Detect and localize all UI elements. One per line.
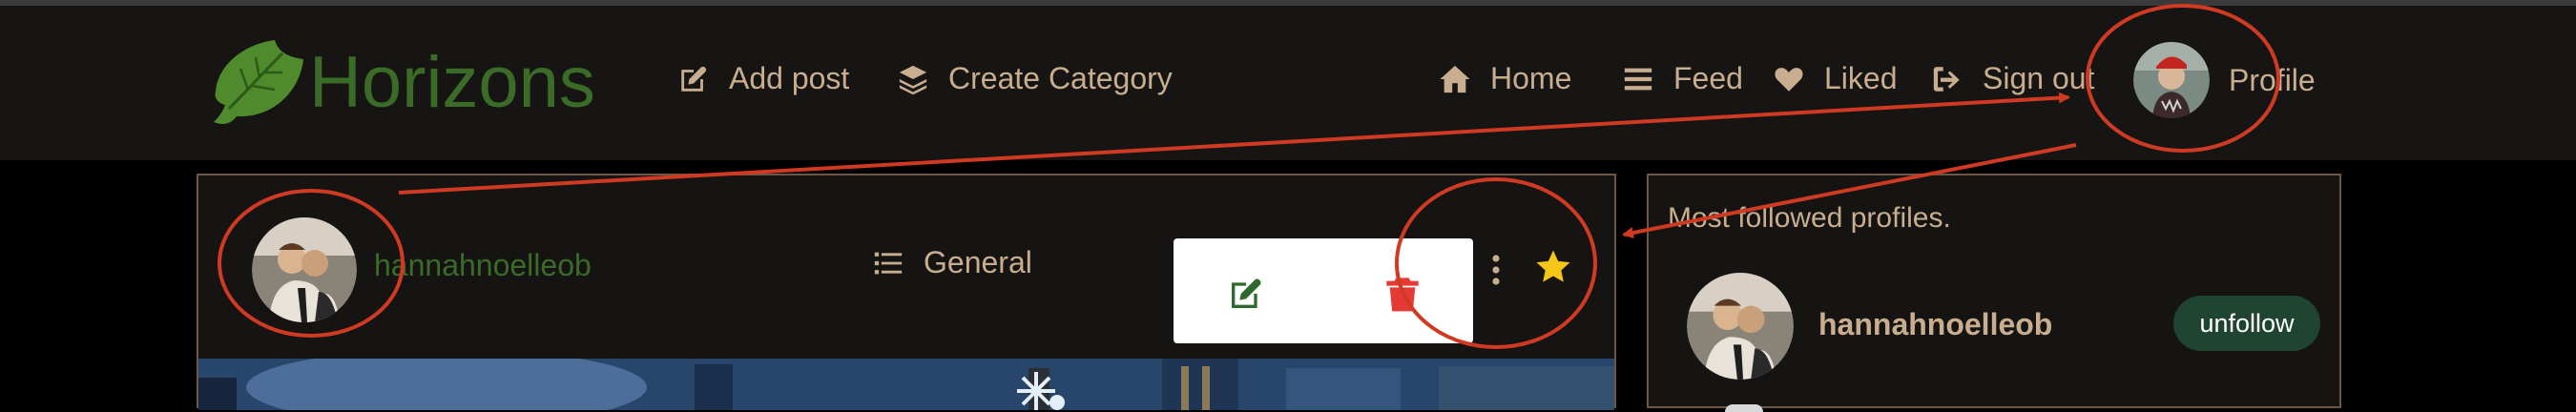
next-profile-avatar [1725, 404, 1763, 412]
profile-username[interactable]: hannahnoelleob [1818, 307, 2052, 342]
menu-icon [1624, 68, 1652, 90]
edit-icon[interactable] [1227, 275, 1265, 313]
nav-home[interactable]: Home [1439, 61, 1571, 96]
post-header: hannahnoelleob General [198, 175, 1614, 359]
leaf-logo-icon [214, 40, 303, 124]
nav-feed[interactable]: Feed [1622, 61, 1743, 96]
nav-home-label: Home [1490, 61, 1572, 95]
edit-icon [681, 66, 707, 92]
nav-create-category[interactable]: Create Category [897, 61, 1173, 96]
nav-add-post[interactable]: Add post [677, 61, 849, 96]
home-icon [1440, 65, 1470, 93]
brand-logo[interactable]: Horizons [208, 36, 595, 128]
post-author-avatar[interactable] [252, 217, 357, 322]
most-followed-title: Most followed profiles. [1668, 202, 1951, 234]
navbar: Horizons Add post Create Category Home F… [0, 6, 2576, 160]
post-image-preview [198, 359, 1614, 410]
nav-profile[interactable]: Profile [2133, 42, 2316, 118]
layers-icon [899, 65, 927, 94]
post-image [198, 359, 1614, 410]
list-icon [874, 252, 903, 274]
trash-icon[interactable] [1383, 275, 1422, 313]
nav-create-category-label: Create Category [948, 61, 1173, 95]
nav-sign-out-label: Sign out [1983, 61, 2095, 95]
nav-feed-label: Feed [1673, 61, 1743, 95]
post-actions-popup [1174, 238, 1473, 343]
post-author-username[interactable]: hannahnoelleob [374, 248, 592, 283]
unfollow-button[interactable]: unfollow [2173, 296, 2320, 351]
nav-sign-out[interactable]: Sign out [1931, 61, 2094, 96]
nav-liked[interactable]: Liked [1773, 61, 1898, 96]
most-followed-card: Most followed profiles. hannahnoelleob u… [1647, 174, 2341, 412]
profile-avatar[interactable] [1687, 273, 1794, 380]
brand-name: Horizons [309, 41, 595, 123]
post-category-label: General [924, 245, 1032, 279]
heart-icon [1775, 67, 1803, 92]
nav-add-post-label: Add post [729, 61, 850, 95]
post-card: hannahnoelleob General [197, 174, 1616, 410]
nav-liked-label: Liked [1824, 61, 1898, 95]
nav-profile-label: Profile [2229, 62, 2316, 97]
avatar [2133, 42, 2210, 118]
star-icon[interactable] [1534, 248, 1572, 286]
sign-out-icon [1933, 66, 1960, 92]
post-category[interactable]: General [872, 245, 1032, 280]
more-vertical-icon[interactable] [1490, 254, 1502, 286]
